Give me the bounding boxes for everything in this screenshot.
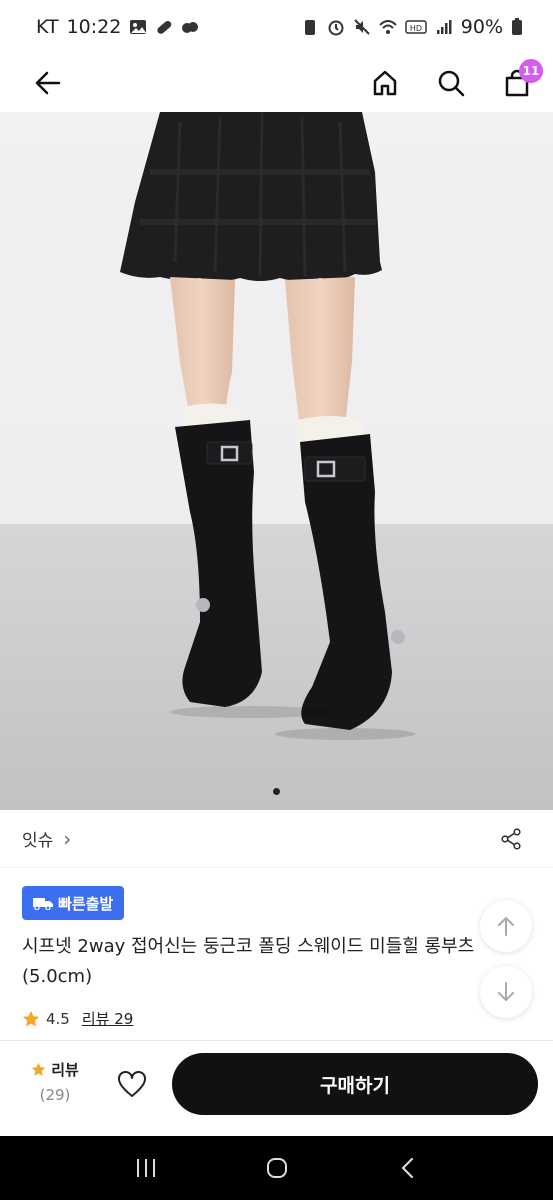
back-button[interactable]	[32, 67, 64, 99]
chevron-left-icon	[401, 1157, 413, 1179]
heart-icon	[118, 1071, 146, 1097]
search-button[interactable]	[435, 67, 467, 99]
review-summary-button[interactable]: 리뷰 (29)	[26, 1059, 84, 1104]
home-icon	[373, 70, 397, 96]
product-title: 시프넷 2way 접어신는 둥근코 폴딩 스웨이드 미들힐 롱부츠 (5.0cm…	[22, 936, 475, 987]
share-button[interactable]	[495, 823, 527, 855]
share-icon	[501, 827, 521, 850]
top-navigation: 11	[0, 54, 553, 112]
svg-text:HD: HD	[410, 24, 422, 33]
status-bar: KT 10:22 HD 90%	[0, 0, 553, 54]
alarm-icon	[328, 20, 344, 36]
back-arrow-icon	[35, 71, 61, 95]
home-system-button[interactable]	[257, 1148, 297, 1188]
home-button[interactable]	[369, 67, 401, 99]
scroll-down-button[interactable]	[480, 966, 532, 1018]
brand-link[interactable]: 잇슈 ›	[22, 826, 72, 852]
clock: 10:22	[66, 16, 122, 38]
recent-apps-icon	[136, 1159, 155, 1177]
review-summary-label: 리뷰	[26, 1059, 84, 1080]
gallery-icon	[130, 20, 147, 34]
cart-button[interactable]: 11	[501, 59, 543, 99]
nav-actions: 11	[369, 59, 543, 99]
home-pill-icon	[266, 1158, 287, 1178]
like-button[interactable]	[116, 1069, 148, 1101]
product-photo-boots	[0, 112, 553, 810]
arrow-down-icon	[498, 982, 514, 1001]
fast-shipping-label: 빠른출발	[58, 894, 114, 913]
battery-icon	[512, 18, 522, 35]
signal-icon	[436, 20, 452, 34]
pill-icon	[157, 20, 172, 34]
wifi-icon	[379, 20, 397, 34]
star-icon	[31, 1062, 46, 1076]
arrow-up-icon	[498, 917, 514, 936]
status-left: KT 10:22	[36, 16, 199, 38]
bottom-action-bar: 리뷰 (29) 구매하기	[0, 1040, 553, 1136]
cart-count-badge: 11	[519, 59, 543, 83]
review-count-link[interactable]: 리뷰 29	[82, 1008, 133, 1029]
truck-icon	[33, 898, 53, 910]
review-label-text: 리뷰	[51, 1061, 79, 1079]
mute-icon	[354, 19, 370, 35]
scroll-top-button[interactable]	[480, 900, 532, 952]
cloud-icon	[182, 22, 199, 33]
system-back-button[interactable]	[388, 1148, 428, 1188]
recent-apps-button[interactable]	[126, 1148, 166, 1188]
hd-icon: HD	[405, 20, 427, 34]
brand-row: 잇슈 ›	[0, 810, 553, 868]
system-navigation-bar	[0, 1136, 553, 1200]
status-right: HD 90%	[301, 16, 523, 38]
star-icon	[22, 1010, 40, 1027]
fast-shipping-badge: 빠른출발	[22, 886, 125, 920]
rating-row: 4.5 리뷰 29	[22, 1008, 133, 1029]
chevron-right-icon: ›	[63, 826, 72, 851]
rating-value: 4.5	[46, 1009, 70, 1028]
brand-name: 잇슈	[22, 831, 54, 851]
review-count: (29)	[39, 1086, 71, 1104]
carousel-dots	[0, 788, 553, 795]
carrier-label: KT	[36, 16, 59, 38]
battery-percent: 90%	[460, 16, 503, 38]
buy-button[interactable]: 구매하기	[172, 1053, 538, 1115]
search-icon	[438, 70, 465, 97]
product-image[interactable]	[0, 112, 553, 810]
carousel-dot-active[interactable]	[273, 788, 280, 795]
battery-saver-icon	[304, 20, 315, 35]
